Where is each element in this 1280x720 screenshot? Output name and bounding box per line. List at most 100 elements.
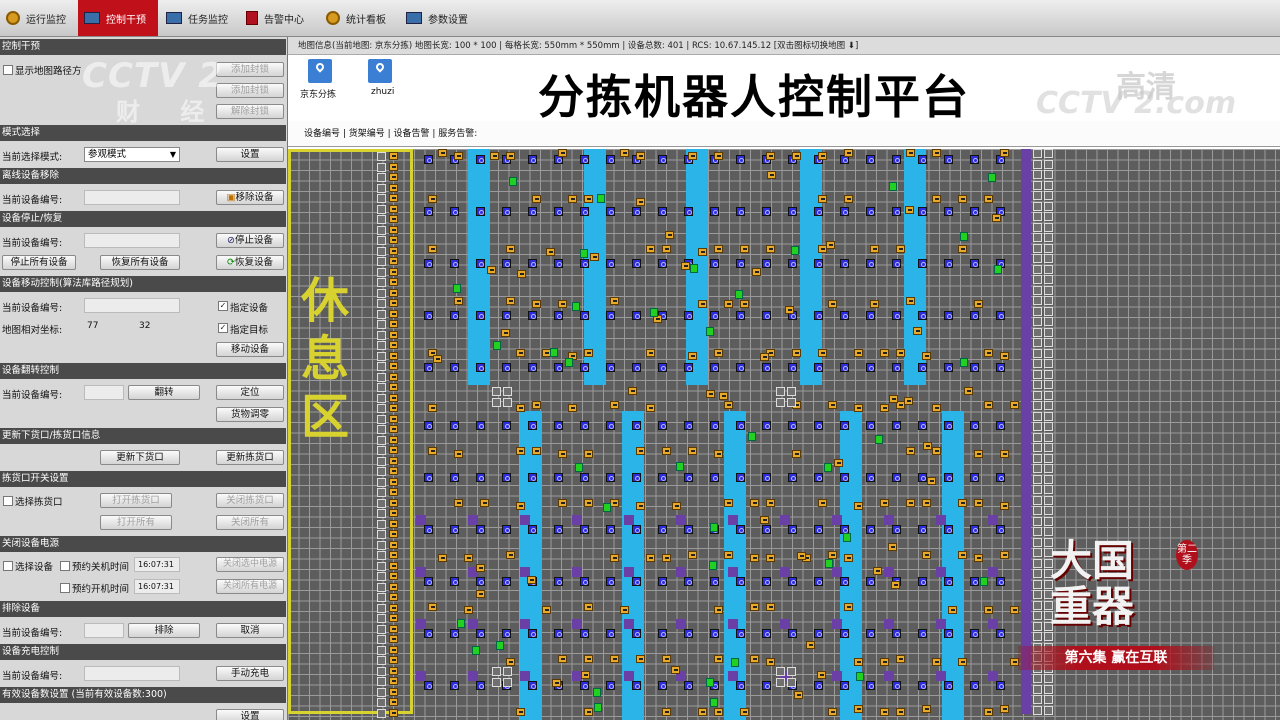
tab-params[interactable]: 参数设置 xyxy=(400,0,476,36)
sort-slot[interactable] xyxy=(450,577,459,586)
active-robot[interactable] xyxy=(705,678,714,688)
sort-slot[interactable] xyxy=(996,577,1005,586)
sorting-robot[interactable] xyxy=(724,551,733,559)
sort-slot[interactable] xyxy=(944,577,953,586)
sort-slot[interactable] xyxy=(632,629,641,638)
sorting-robot[interactable] xyxy=(759,515,769,524)
sorting-robot[interactable] xyxy=(714,450,723,458)
sorting-robot[interactable] xyxy=(854,705,863,713)
sorting-robot[interactable] xyxy=(932,658,941,666)
sort-slot[interactable] xyxy=(736,525,745,534)
sort-slot[interactable] xyxy=(424,525,433,534)
sorting-robot[interactable] xyxy=(854,349,863,357)
sort-slot[interactable] xyxy=(658,421,667,430)
stop-all-button[interactable]: 停止所有设备 xyxy=(2,255,76,270)
sort-slot[interactable] xyxy=(944,681,953,690)
sorting-robot[interactable] xyxy=(870,300,879,308)
sorting-robot[interactable] xyxy=(454,450,463,458)
sort-slot[interactable] xyxy=(840,207,849,216)
sort-slot[interactable] xyxy=(424,207,433,216)
sorting-robot[interactable] xyxy=(464,554,473,562)
sort-slot[interactable] xyxy=(788,473,797,482)
sorting-robot[interactable] xyxy=(526,576,536,585)
coord-x-input[interactable]: 77 xyxy=(84,320,124,335)
parked-robot[interactable] xyxy=(389,320,398,328)
tab-run-monitor[interactable]: 运行监控 xyxy=(0,0,74,36)
sort-slot[interactable] xyxy=(944,629,953,638)
sort-slot[interactable] xyxy=(918,259,927,268)
sorting-robot[interactable] xyxy=(906,499,915,507)
sorting-robot[interactable] xyxy=(793,691,803,700)
sort-slot[interactable] xyxy=(476,629,485,638)
sort-slot[interactable] xyxy=(866,259,875,268)
sorting-robot[interactable] xyxy=(974,450,983,458)
parked-robot[interactable] xyxy=(389,246,398,255)
sort-slot[interactable] xyxy=(814,681,823,690)
sorting-robot[interactable] xyxy=(620,606,629,614)
mode-select[interactable]: 参观模式 ▼ xyxy=(84,147,180,162)
active-robot[interactable] xyxy=(960,357,969,367)
active-robot[interactable] xyxy=(709,523,718,533)
parked-robot[interactable] xyxy=(389,509,398,517)
sort-slot[interactable] xyxy=(606,363,615,372)
sorting-robot[interactable] xyxy=(896,708,905,716)
parked-robot[interactable] xyxy=(389,666,398,675)
sorting-robot[interactable] xyxy=(680,262,690,271)
parked-robot[interactable] xyxy=(389,519,398,528)
sorting-robot[interactable] xyxy=(974,499,983,507)
sorting-robot[interactable] xyxy=(896,655,905,663)
sort-slot[interactable] xyxy=(970,681,979,690)
sorting-robot[interactable] xyxy=(792,450,801,458)
parked-robot[interactable] xyxy=(389,498,398,507)
sort-slot[interactable] xyxy=(476,577,485,586)
sorting-robot[interactable] xyxy=(1000,551,1009,559)
sort-slot[interactable] xyxy=(476,525,485,534)
sort-slot[interactable] xyxy=(476,363,485,372)
sorting-robot[interactable] xyxy=(558,655,567,663)
parked-robot[interactable] xyxy=(389,152,398,160)
sort-slot[interactable] xyxy=(476,155,485,164)
active-robot[interactable] xyxy=(993,264,1002,274)
sort-slot[interactable] xyxy=(788,207,797,216)
specify-target-checkbox[interactable]: ✓ xyxy=(218,323,228,333)
active-robot[interactable] xyxy=(959,232,968,242)
parked-robot[interactable] xyxy=(389,404,398,412)
sorting-robot[interactable] xyxy=(714,245,723,253)
sort-slot[interactable] xyxy=(918,155,927,164)
parked-robot[interactable] xyxy=(389,278,398,286)
close-all-button[interactable]: 关闭所有 xyxy=(216,515,284,530)
add-block-button-2[interactable]: 添加封锁 xyxy=(216,83,284,98)
sorting-robot[interactable] xyxy=(464,606,473,614)
sorting-robot[interactable] xyxy=(636,198,645,206)
select-pick-port-checkbox[interactable] xyxy=(3,496,13,506)
sort-slot[interactable] xyxy=(606,207,615,216)
sorting-robot[interactable] xyxy=(766,245,775,253)
sort-slot[interactable] xyxy=(944,155,953,164)
sort-slot[interactable] xyxy=(918,681,927,690)
sort-slot[interactable] xyxy=(580,629,589,638)
sort-slot[interactable] xyxy=(528,363,537,372)
sort-slot[interactable] xyxy=(606,681,615,690)
sorting-robot[interactable] xyxy=(688,152,697,160)
sort-slot[interactable] xyxy=(892,311,901,320)
parked-robot[interactable] xyxy=(389,183,398,192)
sorting-robot[interactable] xyxy=(740,708,749,716)
resume-device-button[interactable]: ⟳恢复设备 xyxy=(216,255,284,270)
sort-slot[interactable] xyxy=(632,473,641,482)
sort-slot[interactable] xyxy=(944,363,953,372)
sorting-robot[interactable] xyxy=(516,502,525,510)
sort-slot[interactable] xyxy=(658,259,667,268)
sorting-robot[interactable] xyxy=(923,441,933,450)
parked-robot[interactable] xyxy=(389,645,398,654)
remove-block-button[interactable]: 解除封锁 xyxy=(216,104,284,119)
sort-slot[interactable] xyxy=(762,207,771,216)
active-robot[interactable] xyxy=(709,560,718,570)
sorting-robot[interactable] xyxy=(766,152,775,160)
sort-slot[interactable] xyxy=(684,681,693,690)
sorting-robot[interactable] xyxy=(1010,401,1019,409)
sorting-robot[interactable] xyxy=(844,603,853,611)
active-robot[interactable] xyxy=(597,194,606,204)
sorting-robot[interactable] xyxy=(610,655,619,663)
sort-slot[interactable] xyxy=(606,421,615,430)
sort-slot[interactable] xyxy=(632,525,641,534)
